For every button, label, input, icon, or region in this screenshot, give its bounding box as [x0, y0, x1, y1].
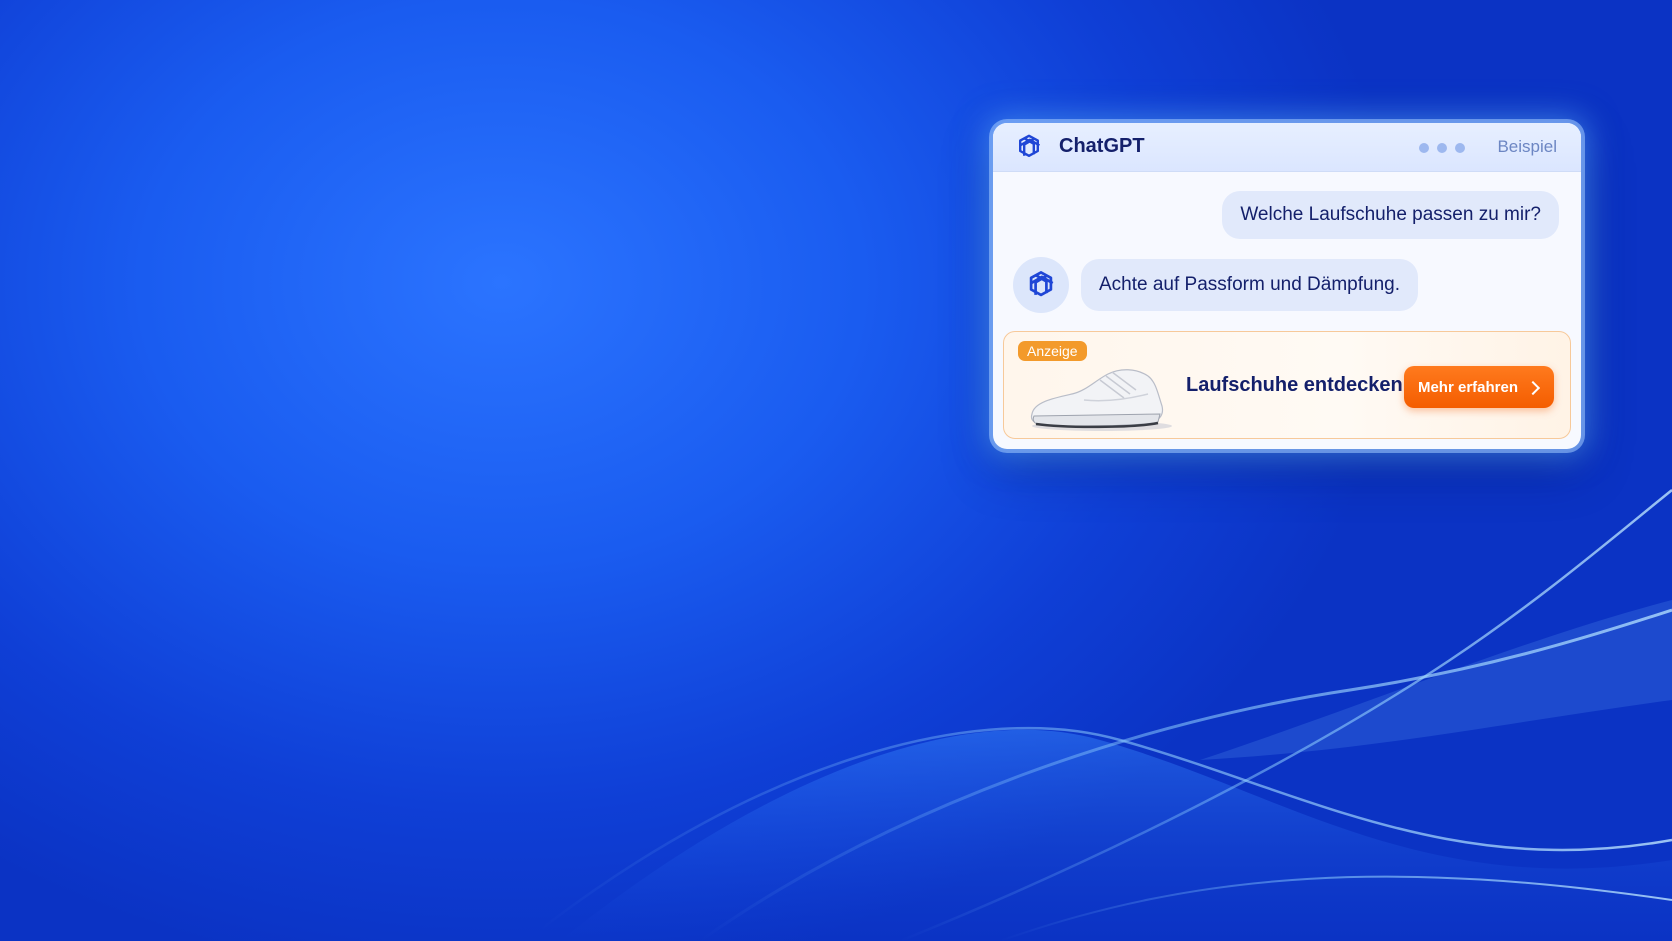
learn-more-label: Mehr erfahren [1417, 378, 1518, 396]
title-bar: ChatGPT Beispiel [993, 123, 1581, 172]
dot [1419, 143, 1429, 153]
assistant-message-bubble: Achte auf Passform und Dämpfung. [1081, 259, 1418, 311]
learn-more-button[interactable]: Mehr erfahren [1403, 366, 1554, 408]
running-shoe-image [1030, 369, 1172, 431]
ad-card[interactable]: Anzeige Laufschuhe entdecken Mehr erfahr… [1003, 331, 1571, 439]
ad-title: Laufschuhe entdecken [1186, 374, 1403, 396]
dot [1437, 143, 1447, 153]
openai-logo-icon [1019, 134, 1041, 157]
openai-logo-icon [1029, 271, 1054, 297]
assistant-avatar [1013, 257, 1069, 313]
example-label: Beispiel [1497, 137, 1557, 156]
chat-window: ChatGPT Beispiel Welche Laufschuhe passe… [993, 123, 1581, 449]
more-dots-icon[interactable] [1419, 143, 1465, 153]
ad-badge: Anzeige [1018, 341, 1087, 361]
chevron-right-icon [1525, 380, 1541, 395]
dot [1455, 143, 1465, 153]
user-message-bubble: Welche Laufschuhe passen zu mir? [1222, 191, 1559, 239]
app-title: ChatGPT [1059, 135, 1145, 157]
